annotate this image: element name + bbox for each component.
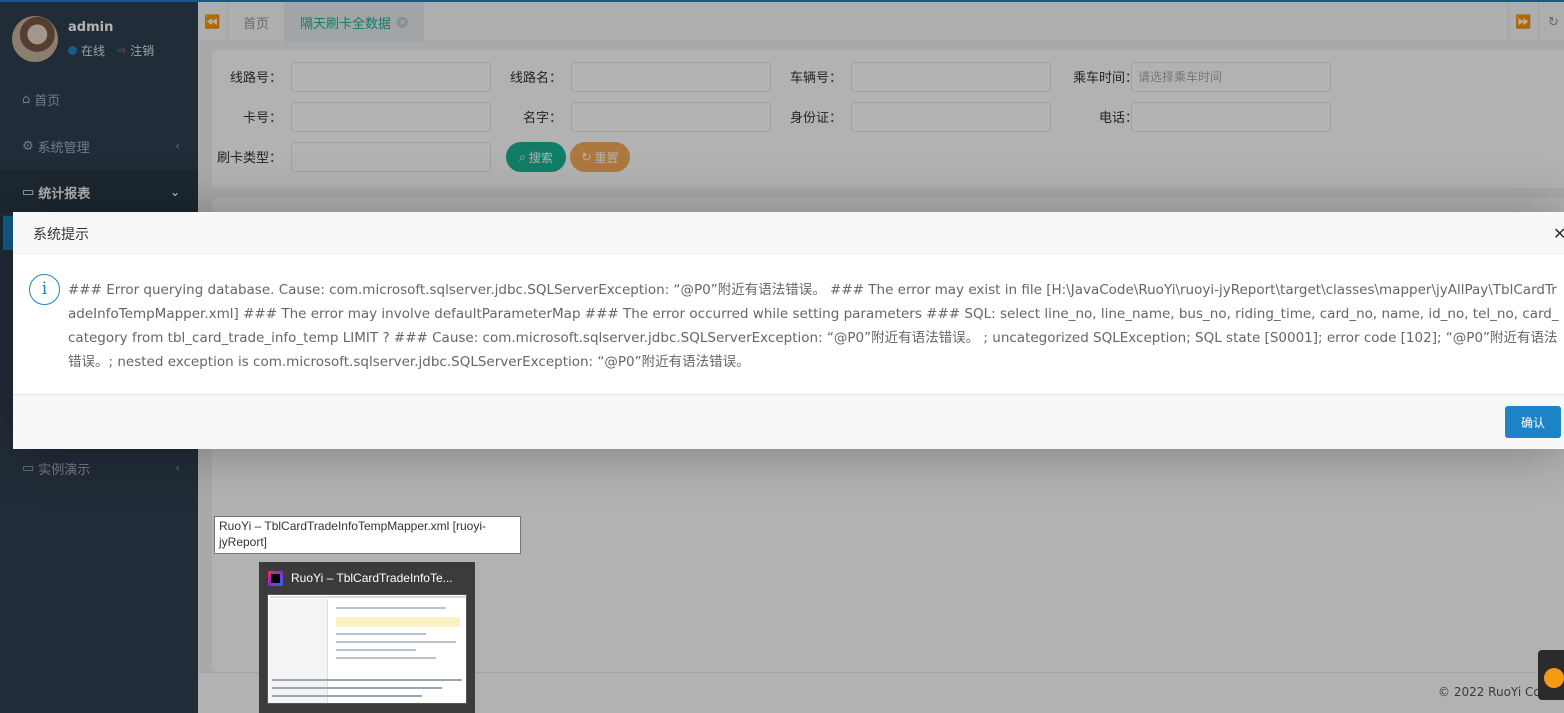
window-thumbnail[interactable]	[267, 594, 467, 704]
thumbnail-code-line	[336, 649, 416, 651]
widget-icon	[1544, 668, 1564, 688]
thumbnail-code-line	[336, 633, 426, 635]
dialog-header: 系统提示 ✕	[13, 212, 1564, 254]
confirm-button[interactable]: 确认	[1505, 406, 1561, 438]
thumbnail-console-line	[272, 687, 442, 689]
thumbnail-code-line	[336, 607, 446, 609]
taskbar-window-preview[interactable]: RuoYi – TblCardTradeInfoTe...	[259, 562, 475, 713]
corner-widget[interactable]	[1538, 650, 1564, 700]
thumbnail-highlight	[336, 617, 460, 627]
thumbnail-code-line	[336, 657, 436, 659]
dialog-footer: 确认	[13, 394, 1564, 449]
info-icon: i	[29, 274, 60, 305]
system-alert-dialog: 系统提示 ✕ i ### Error querying database. Ca…	[13, 212, 1564, 449]
thumbnail-console-line	[272, 695, 422, 697]
thumbnail-menu-line	[270, 596, 466, 598]
close-icon[interactable]: ✕	[1553, 224, 1564, 243]
intellij-app-icon	[268, 571, 283, 586]
thumbnail-console-line	[272, 679, 462, 681]
thumbnail-code-line	[336, 641, 456, 643]
dialog-title: 系统提示	[33, 227, 89, 243]
error-message: ### Error querying database. Cause: com.…	[68, 282, 1559, 370]
taskbar-tooltip: RuoYi – TblCardTradeInfoTempMapper.xml […	[214, 516, 521, 554]
preview-window-title: RuoYi – TblCardTradeInfoTe...	[291, 571, 453, 585]
